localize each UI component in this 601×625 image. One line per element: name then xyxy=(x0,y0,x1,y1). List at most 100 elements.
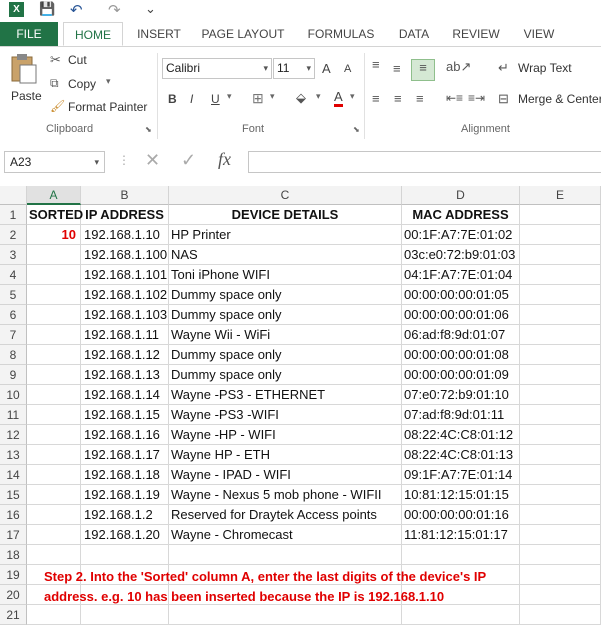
cell-b[interactable]: 192.168.1.16 xyxy=(81,425,169,445)
cell-a[interactable] xyxy=(27,485,81,505)
cell-c[interactable]: Wayne -PS3 - ETHERNET xyxy=(169,385,402,405)
row-header[interactable]: 5 xyxy=(0,285,27,305)
cell-e[interactable] xyxy=(520,285,601,305)
cell-d[interactable]: 07:ad:f8:9d:01:11 xyxy=(402,405,520,425)
cell-a[interactable] xyxy=(27,425,81,445)
cell-b[interactable]: 192.168.1.101 xyxy=(81,265,169,285)
tab-insert[interactable]: INSERT xyxy=(133,22,185,46)
cell-e[interactable] xyxy=(520,485,601,505)
row-header[interactable]: 8 xyxy=(0,345,27,365)
row-header[interactable]: 18 xyxy=(0,545,27,565)
cell-a[interactable] xyxy=(27,465,81,485)
cell-a[interactable] xyxy=(27,385,81,405)
enter-icon[interactable]: ✓ xyxy=(181,150,196,171)
cell-e[interactable] xyxy=(520,365,601,385)
align-right-icon[interactable]: ≡ xyxy=(416,91,424,106)
column-header-e[interactable]: E xyxy=(520,186,601,205)
grow-font-button[interactable]: A xyxy=(322,61,331,76)
cell-c[interactable] xyxy=(169,545,402,565)
column-header-a[interactable]: A xyxy=(27,186,81,205)
align-left-icon[interactable]: ≡ xyxy=(372,91,380,106)
cell-d[interactable]: 00:00:00:00:01:05 xyxy=(402,285,520,305)
borders-icon[interactable]: ⊞ xyxy=(252,90,264,107)
cell-b[interactable]: 192.168.1.17 xyxy=(81,445,169,465)
cell-e[interactable] xyxy=(520,545,601,565)
row-header[interactable]: 19 xyxy=(0,565,27,585)
tab-page-layout[interactable]: PAGE LAYOUT xyxy=(197,22,289,46)
cell-b[interactable]: 192.168.1.2 xyxy=(81,505,169,525)
cell-e[interactable] xyxy=(520,325,601,345)
undo-icon[interactable]: ↶ xyxy=(70,1,83,19)
select-all-corner[interactable] xyxy=(0,186,27,205)
cell-a[interactable] xyxy=(27,305,81,325)
cell-c[interactable]: Wayne Wii - WiFi xyxy=(169,325,402,345)
cell-c[interactable]: NAS xyxy=(169,245,402,265)
cell-b[interactable]: IP ADDRESS xyxy=(81,205,169,225)
cell-d[interactable] xyxy=(402,605,520,625)
cell-b[interactable]: 192.168.1.102 xyxy=(81,285,169,305)
cancel-icon[interactable]: ✕ xyxy=(145,150,160,171)
column-header-c[interactable]: C xyxy=(169,186,402,205)
tab-home[interactable]: HOME xyxy=(63,22,123,46)
tab-formulas[interactable]: FORMULAS xyxy=(302,22,380,46)
cell-b[interactable]: 192.168.1.100 xyxy=(81,245,169,265)
row-header[interactable]: 2 xyxy=(0,225,27,245)
cell-a[interactable] xyxy=(27,525,81,545)
borders-dropdown-icon[interactable]: ▾ xyxy=(270,91,275,102)
font-color-dropdown-icon[interactable]: ▾ xyxy=(350,91,355,102)
cell-a[interactable] xyxy=(27,285,81,305)
cell-a[interactable] xyxy=(27,505,81,525)
cell-b[interactable]: 192.168.1.19 xyxy=(81,485,169,505)
cell-a[interactable] xyxy=(27,545,81,565)
cell-d[interactable]: MAC ADDRESS xyxy=(402,205,520,225)
shrink-font-button[interactable]: A xyxy=(344,63,351,75)
orientation-icon[interactable]: ab↗ xyxy=(446,59,471,75)
cell-b[interactable]: 192.168.1.10 xyxy=(81,225,169,245)
cell-c[interactable]: Reserved for Draytek Access points xyxy=(169,505,402,525)
tab-view[interactable]: VIEW xyxy=(516,22,562,46)
italic-button[interactable]: I xyxy=(190,92,193,106)
cell-b[interactable]: 192.168.1.18 xyxy=(81,465,169,485)
font-launcher-icon[interactable]: ⬊ xyxy=(353,125,360,134)
cell-a[interactable] xyxy=(27,325,81,345)
fill-dropdown-icon[interactable]: ▾ xyxy=(316,91,321,102)
cell-c[interactable]: DEVICE DETAILS xyxy=(169,205,402,225)
align-middle-icon[interactable]: ≡ xyxy=(393,61,401,76)
cell-d[interactable]: 10:81:12:15:01:15 xyxy=(402,485,520,505)
underline-dropdown-icon[interactable]: ▾ xyxy=(227,91,232,102)
cell-c[interactable]: HP Printer xyxy=(169,225,402,245)
fill-color-icon[interactable]: ⬙ xyxy=(296,90,306,106)
cell-e[interactable] xyxy=(520,465,601,485)
cell-b[interactable]: 192.168.1.14 xyxy=(81,385,169,405)
tab-review[interactable]: REVIEW xyxy=(448,22,504,46)
decrease-indent-icon[interactable]: ⇤≡ xyxy=(446,91,463,105)
save-icon[interactable]: 💾 xyxy=(39,1,55,17)
cell-b[interactable] xyxy=(81,605,169,625)
cell-e[interactable] xyxy=(520,585,601,605)
cell-c[interactable]: Dummy space only xyxy=(169,365,402,385)
cell-d[interactable]: 00:1F:A7:7E:01:02 xyxy=(402,225,520,245)
cell-c[interactable] xyxy=(169,605,402,625)
cell-e[interactable] xyxy=(520,565,601,585)
cell-a[interactable] xyxy=(27,345,81,365)
cell-e[interactable] xyxy=(520,405,601,425)
cell-e[interactable] xyxy=(520,605,601,625)
cell-d[interactable]: 08:22:4C:C8:01:12 xyxy=(402,425,520,445)
name-box[interactable]: A23 ▾ xyxy=(4,151,105,173)
formula-input[interactable] xyxy=(248,151,601,173)
cell-d[interactable]: 07:e0:72:b9:01:10 xyxy=(402,385,520,405)
cell-d[interactable]: 06:ad:f8:9d:01:07 xyxy=(402,325,520,345)
cell-e[interactable] xyxy=(520,345,601,365)
cell-a[interactable] xyxy=(27,605,81,625)
font-name-select[interactable]: Calibri ▾ xyxy=(162,58,272,79)
cell-d[interactable]: 03c:e0:72:b9:01:03 xyxy=(402,245,520,265)
underline-button[interactable]: U xyxy=(211,92,220,106)
cell-e[interactable] xyxy=(520,205,601,225)
cell-b[interactable] xyxy=(81,545,169,565)
row-header[interactable]: 12 xyxy=(0,425,27,445)
row-header[interactable]: 15 xyxy=(0,485,27,505)
row-header[interactable]: 13 xyxy=(0,445,27,465)
cell-e[interactable] xyxy=(520,525,601,545)
row-header[interactable]: 20 xyxy=(0,585,27,605)
row-header[interactable]: 14 xyxy=(0,465,27,485)
